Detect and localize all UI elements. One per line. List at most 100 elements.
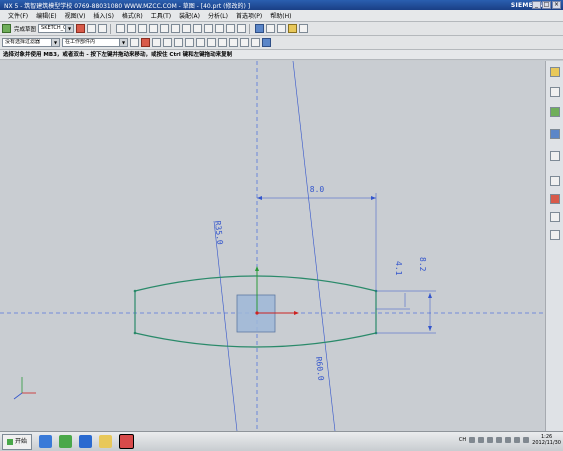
part-navigator-icon[interactable] — [550, 87, 560, 97]
filter-select[interactable]: 没有选择过滤器 ▼ — [2, 38, 60, 47]
triad-z-axis — [13, 392, 23, 400]
offset-curve-icon[interactable] — [204, 24, 214, 33]
studio-spline-icon[interactable] — [193, 24, 203, 33]
history-icon[interactable] — [550, 176, 560, 186]
sketch-name-select[interactable]: SKETCH_000 ▼ — [38, 24, 75, 33]
process-studio-icon[interactable] — [550, 151, 560, 161]
quick-launch-app-icon[interactable] — [79, 435, 93, 448]
dim-arrowhead — [371, 196, 376, 200]
menu-file[interactable]: 文件(F) — [8, 11, 28, 20]
tray-icon[interactable] — [478, 437, 485, 443]
menu-analysis[interactable]: 分析(L) — [208, 11, 228, 20]
arc-icon[interactable] — [138, 24, 148, 33]
circle-icon[interactable] — [149, 24, 159, 33]
maximize-button[interactable]: □ — [542, 1, 551, 9]
r35-leader-line — [213, 220, 238, 432]
roles-icon[interactable] — [550, 212, 560, 222]
volume-icon[interactable] — [523, 437, 530, 443]
minimize-button[interactable]: _ — [532, 1, 541, 9]
start-button[interactable]: 开始 — [2, 433, 33, 450]
menu-preferences[interactable]: 首选项(P) — [236, 11, 262, 20]
chevron-down-icon: ▼ — [119, 39, 127, 46]
constraint-icon[interactable] — [266, 24, 276, 33]
dimension-8[interactable]: 8.0 — [310, 185, 325, 194]
chevron-down-icon: ▼ — [65, 25, 74, 32]
inferred-dimension-icon[interactable] — [255, 24, 265, 33]
nx-taskbar-icon[interactable] — [119, 434, 135, 449]
mid-point-icon[interactable] — [163, 38, 172, 47]
reuse-library-icon[interactable] — [550, 107, 560, 117]
mirror-curve-icon[interactable] — [215, 24, 225, 33]
auto-constraint-icon[interactable] — [277, 24, 287, 33]
profile-icon[interactable] — [116, 24, 126, 33]
dimension-4-1[interactable]: 4.1 — [394, 261, 403, 276]
dimension-r60[interactable]: R60.0 — [314, 356, 325, 381]
point-icon[interactable] — [182, 24, 192, 33]
point-on-face-icon[interactable] — [240, 38, 249, 47]
point-constructor-icon[interactable] — [251, 38, 260, 47]
update-model-icon[interactable] — [98, 24, 108, 33]
existing-point-icon[interactable] — [218, 38, 227, 47]
tray-icon[interactable] — [514, 437, 521, 443]
r60-leader-line — [292, 60, 336, 432]
graphics-canvas[interactable]: 8.0 R35.0 R60.0 4.1 8.2 — [0, 60, 545, 432]
quick-launch-bird-icon[interactable] — [39, 435, 53, 448]
snap-point-icon[interactable] — [141, 38, 150, 47]
menu-insert[interactable]: 插入(S) — [93, 11, 114, 20]
finish-sketch-label[interactable]: 完成草图 — [14, 25, 36, 33]
origin-point[interactable] — [255, 311, 259, 315]
tray-icon[interactable] — [496, 437, 503, 443]
box-select-icon[interactable] — [262, 38, 271, 47]
clock[interactable]: 1:26 2012/11/30 — [532, 434, 561, 446]
menu-tools[interactable]: 工具(T) — [151, 11, 171, 20]
x-arrow-head — [294, 311, 299, 315]
toolbar-divider — [249, 23, 251, 34]
quick-launch-browser-icon[interactable] — [59, 435, 73, 448]
menu-view[interactable]: 视图(V) — [65, 11, 86, 20]
tray-icon[interactable] — [505, 437, 512, 443]
scope-select[interactable]: 在工作部件内 ▼ — [62, 38, 128, 47]
menu-edit[interactable]: 编辑(E) — [36, 11, 56, 20]
sketch-toolbar: 完成草图 SKETCH_000 ▼ — [0, 22, 563, 36]
selection-toolbar: 没有选择过滤器 ▼ 在工作部件内 ▼ — [0, 36, 563, 50]
system-tray: CH 1:26 2012/11/30 — [459, 434, 561, 446]
menu-assembly[interactable]: 装配(A) — [179, 11, 200, 20]
dim-arrowhead — [257, 196, 262, 200]
dimension-8-2[interactable]: 8.2 — [418, 257, 427, 272]
system-scene-icon[interactable] — [550, 230, 560, 240]
intersection-icon[interactable] — [185, 38, 194, 47]
line-icon[interactable] — [127, 24, 137, 33]
close-button[interactable]: × — [552, 1, 561, 9]
language-indicator[interactable]: CH — [459, 437, 466, 443]
dimension-r35[interactable]: R35.0 — [213, 220, 224, 245]
menu-help[interactable]: 帮助(H) — [270, 11, 291, 20]
select-all-icon[interactable] — [130, 38, 139, 47]
orient-view-icon[interactable] — [76, 24, 86, 33]
trim-icon[interactable] — [226, 24, 236, 33]
tray-icon[interactable] — [469, 437, 476, 443]
profile-vertex[interactable] — [133, 289, 137, 293]
toolbar-divider — [110, 23, 112, 34]
rectangle-icon[interactable] — [171, 24, 181, 33]
navigator-icon[interactable] — [550, 67, 560, 77]
alternate-solution-icon[interactable] — [299, 24, 309, 33]
quadrant-point-icon[interactable] — [207, 38, 216, 47]
end-point-icon[interactable] — [152, 38, 161, 47]
profile-vertex[interactable] — [133, 331, 137, 335]
chevron-down-icon: ▼ — [51, 39, 59, 46]
arc-center-icon[interactable] — [196, 38, 205, 47]
tray-icon[interactable] — [487, 437, 494, 443]
finish-sketch-icon[interactable] — [2, 24, 11, 33]
quick-launch-folder-icon[interactable] — [99, 435, 113, 448]
reattach-icon[interactable] — [87, 24, 97, 33]
system-materials-icon[interactable] — [550, 194, 560, 204]
fillet-icon[interactable] — [160, 24, 170, 33]
control-point-icon[interactable] — [174, 38, 183, 47]
point-on-curve-icon[interactable] — [229, 38, 238, 47]
title-bar: NX 5 - 筑智建筑模型学校 0769-88031080 WWW.MZCC.C… — [0, 0, 563, 10]
menu-format[interactable]: 格式(R) — [122, 11, 143, 20]
show-constraints-icon[interactable] — [288, 24, 298, 33]
resource-bar — [545, 61, 563, 431]
extend-icon[interactable] — [237, 24, 247, 33]
internet-explorer-icon[interactable] — [550, 129, 560, 139]
